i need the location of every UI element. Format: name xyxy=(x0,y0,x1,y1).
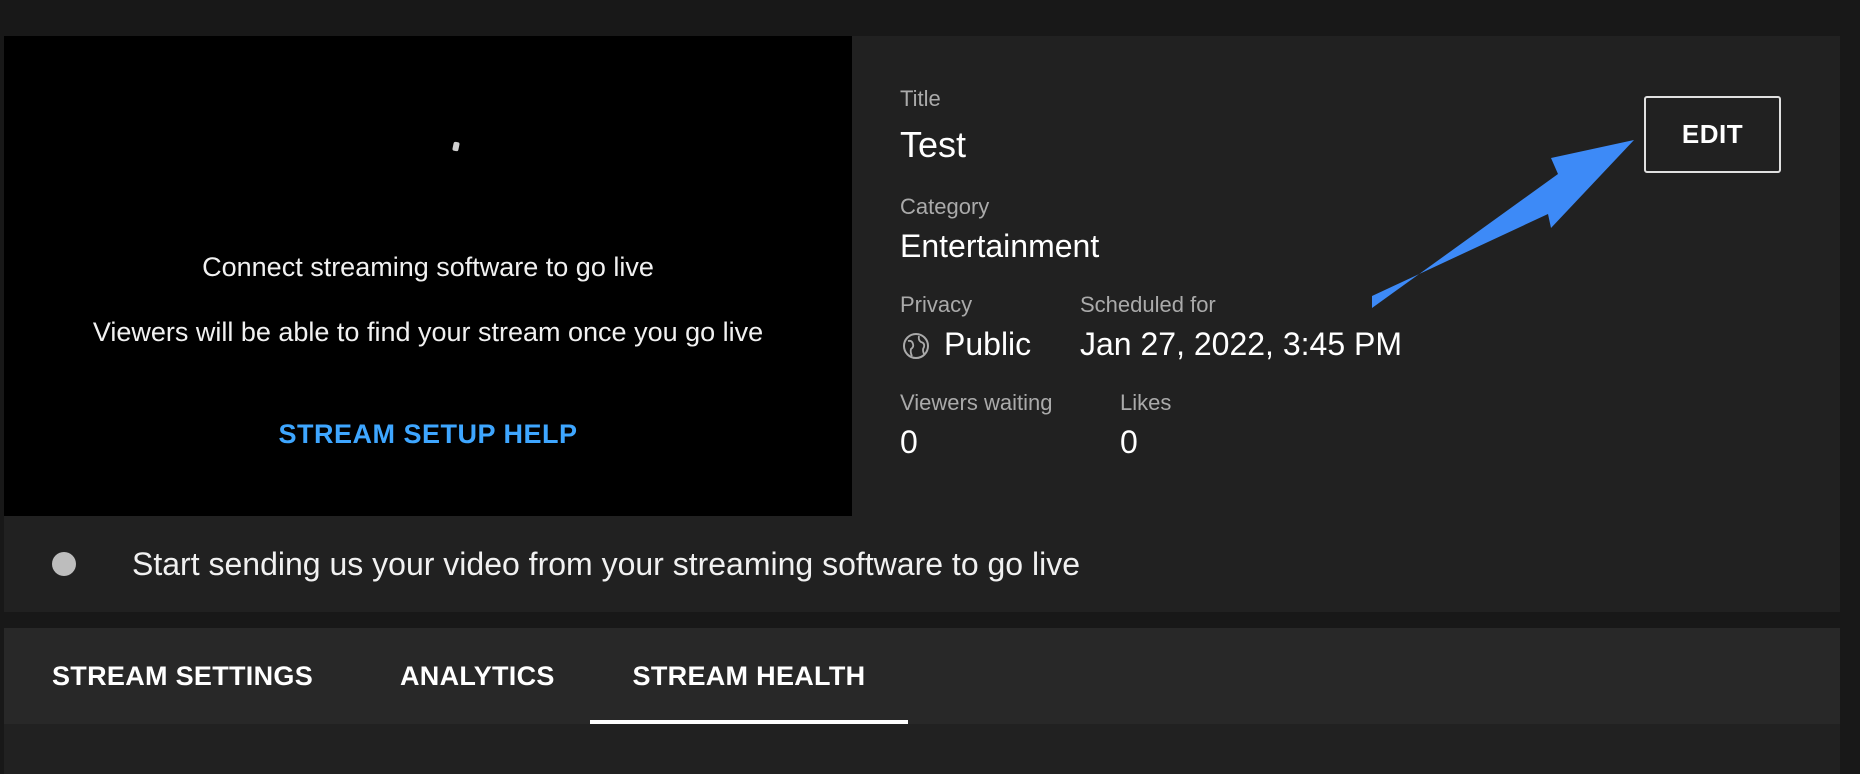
likes-label: Likes xyxy=(1120,390,1172,415)
edit-button[interactable]: EDIT xyxy=(1644,96,1781,173)
viewers-waiting-label: Viewers waiting xyxy=(900,390,1053,415)
live-control-room: Connect streaming software to go live Vi… xyxy=(0,0,1860,774)
connect-software-message: Connect streaming software to go live xyxy=(202,252,654,282)
stream-preview: Connect streaming software to go live Vi… xyxy=(4,36,852,516)
likes-value: 0 xyxy=(1120,424,1138,460)
stream-status-bar: Start sending us your video from your st… xyxy=(4,516,1840,612)
scheduled-value: Jan 27, 2022, 3:45 PM xyxy=(1080,326,1402,362)
tab-bar: STREAM SETTINGS ANALYTICS STREAM HEALTH xyxy=(4,628,1840,724)
tab-stream-health[interactable]: STREAM HEALTH xyxy=(590,628,908,724)
category-value: Entertainment xyxy=(900,228,1100,264)
stream-setup-help-link[interactable]: STREAM SETUP HELP xyxy=(4,419,852,450)
category-label: Category xyxy=(900,194,990,219)
tab-analytics[interactable]: ANALYTICS xyxy=(400,628,554,724)
scheduled-label: Scheduled for xyxy=(1080,292,1216,317)
privacy-label: Privacy xyxy=(900,292,973,317)
loading-spinner-icon xyxy=(452,141,460,152)
status-message: Start sending us your video from your st… xyxy=(132,546,1080,582)
stream-details-panel: Title Test Category Entertainment Privac… xyxy=(852,36,1840,516)
viewers-find-message: Viewers will be able to find your stream… xyxy=(92,317,764,347)
globe-icon xyxy=(903,333,929,359)
viewers-waiting-value: 0 xyxy=(900,424,918,460)
privacy-value: Public xyxy=(944,326,1032,362)
tab-stream-settings[interactable]: STREAM SETTINGS xyxy=(52,628,324,724)
tab-content-area xyxy=(4,724,1840,774)
title-value: Test xyxy=(900,124,967,165)
annotation-arrow-icon xyxy=(1372,140,1634,308)
status-indicator-icon xyxy=(52,552,76,576)
title-label: Title xyxy=(900,86,941,111)
